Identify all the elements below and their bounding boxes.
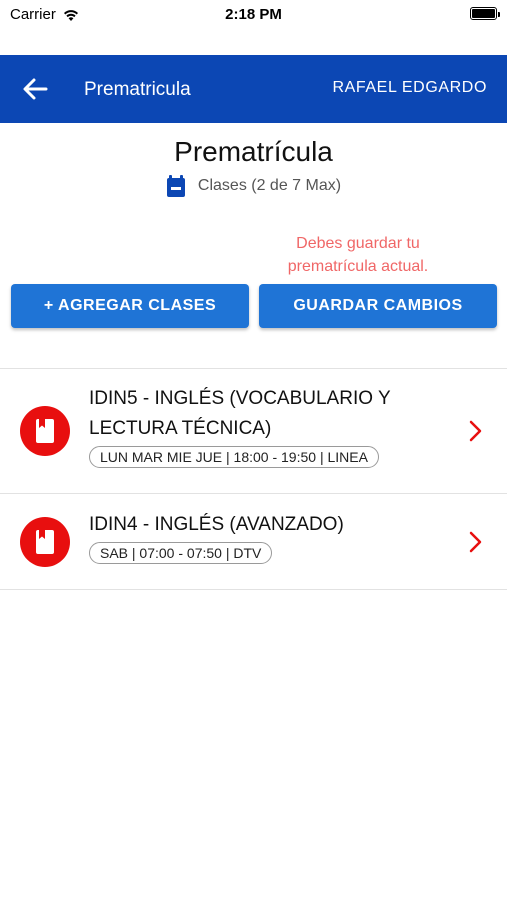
class-name: IDIN5 - INGLÉS (VOCABULARIO Y LECTURA TÉ…	[89, 388, 391, 439]
add-classes-button[interactable]: + AGREGAR CLASES	[11, 284, 249, 328]
class-list-item[interactable]: IDIN4 - INGLÉS (AVANZADO) SAB | 07:00 - …	[0, 494, 507, 589]
user-name[interactable]: RAFAEL EDGARDO	[332, 79, 487, 97]
battery-icon	[470, 7, 500, 20]
app-bar: Prematricula RAFAEL EDGARDO	[0, 55, 507, 123]
schedule-chip: LUN MAR MIE JUE | 18:00 - 19:50 | LINEA	[89, 446, 379, 468]
app-bar-title: Prematricula	[84, 79, 191, 100]
back-arrow-icon[interactable]	[20, 75, 50, 103]
unsaved-warning: Debes guardar tu prematrícula actual.	[287, 235, 429, 275]
status-time: 2:18 PM	[225, 6, 282, 23]
status-bar: Carrier 2:18 PM	[0, 0, 507, 30]
schedule-chip: SAB | 07:00 - 07:50 | DTV	[89, 542, 273, 564]
book-icon	[20, 517, 70, 567]
page-title: Prematrícula	[174, 136, 333, 167]
classes-count-label: Clases (2 de 7 Max)	[197, 177, 342, 194]
calendar-icon	[166, 175, 185, 197]
class-list-item[interactable]: IDIN5 - INGLÉS (VOCABULARIO Y LECTURA TÉ…	[0, 369, 507, 493]
classes-count-row: Clases (2 de 7 Max)	[0, 174, 507, 198]
class-name: IDIN4 - INGLÉS (AVANZADO)	[89, 514, 344, 535]
chevron-right-icon[interactable]	[469, 531, 483, 553]
chevron-right-icon[interactable]	[469, 420, 483, 442]
book-icon	[20, 406, 70, 456]
save-changes-button[interactable]: GUARDAR CAMBIOS	[259, 284, 497, 328]
divider	[0, 589, 507, 590]
